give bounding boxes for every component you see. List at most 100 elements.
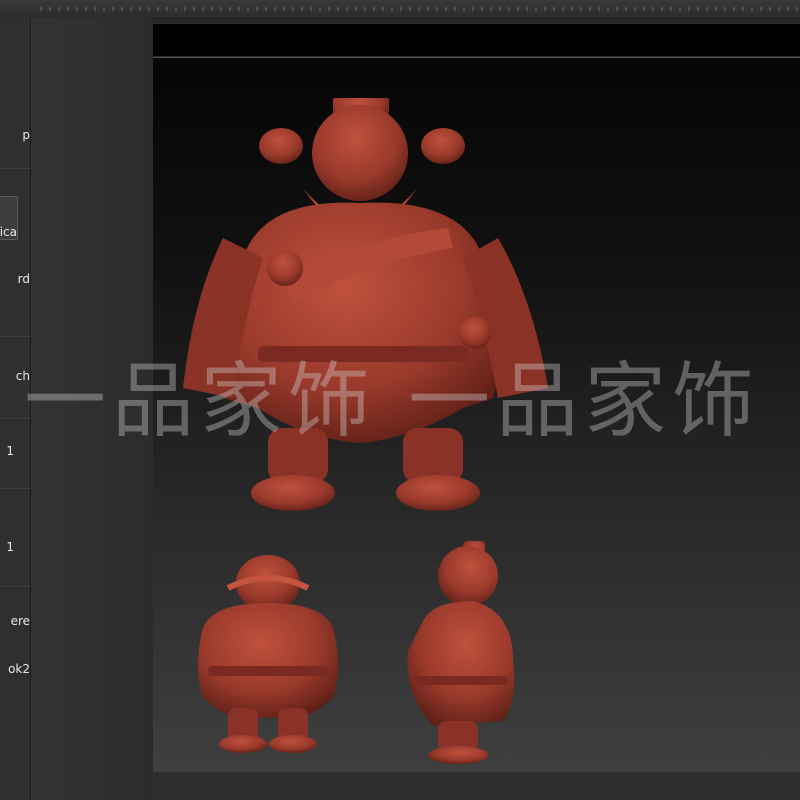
- topbar-tick: [778, 7, 780, 11]
- topbar-tick: [670, 7, 672, 11]
- topbar-tick: [166, 7, 168, 11]
- topbar-tick: [391, 7, 393, 11]
- topbar-tick: [130, 7, 132, 11]
- topbar-tick: [202, 7, 204, 11]
- left-item-2-button[interactable]: gica: [0, 196, 18, 240]
- left-item-label: gica: [0, 225, 17, 239]
- topbar-tick: [643, 7, 645, 11]
- left-item-label: ch: [15, 369, 30, 383]
- topbar-tick: [310, 7, 312, 11]
- left-item-label: ere: [10, 614, 30, 628]
- topbar-tick: [436, 7, 438, 11]
- topbar-tick: [499, 7, 501, 11]
- topbar-tick: [706, 7, 708, 11]
- secondary-tool-strip: [31, 18, 153, 800]
- left-item-5-value[interactable]: 1: [0, 444, 30, 458]
- topbar-tick: [148, 7, 150, 11]
- topbar-tick: [184, 7, 186, 11]
- topbar-tick: [346, 7, 348, 11]
- left-item-8[interactable]: ok2: [0, 662, 30, 676]
- topbar-tick: [796, 7, 798, 11]
- viewport-footer: [153, 772, 800, 800]
- topbar-tick: [553, 7, 555, 11]
- topbar-tick: [355, 7, 357, 11]
- topbar-tick: [472, 7, 474, 11]
- topbar-tick: [715, 7, 717, 11]
- left-item-label: 1: [6, 540, 14, 554]
- topbar-tick: [697, 7, 699, 11]
- topbar-tick: [427, 7, 429, 11]
- topbar-tick: [733, 7, 735, 11]
- left-item-label: p: [22, 128, 30, 142]
- topbar-tick: [247, 7, 249, 11]
- topbar-tick: [517, 7, 519, 11]
- topbar-tick: [571, 7, 573, 11]
- topbar-tick: [40, 7, 42, 11]
- topbar-tick: [85, 7, 87, 11]
- topbar-tick: [364, 7, 366, 11]
- topbar-tick: [661, 7, 663, 11]
- model-back-view: [198, 555, 338, 753]
- top-menu-bar: [0, 0, 800, 19]
- topbar-tick: [301, 7, 303, 11]
- left-tool-panel: p gica rd ch 1 1 ere ok2: [0, 18, 31, 800]
- topbar-tick: [400, 7, 402, 11]
- topbar-tick: [94, 7, 96, 11]
- topbar-tick: [607, 7, 609, 11]
- model-front-view: [183, 98, 548, 511]
- topbar-tick: [220, 7, 222, 11]
- left-item-6-value[interactable]: 1: [0, 540, 30, 554]
- topbar-tick: [526, 7, 528, 11]
- topbar-tick: [292, 7, 294, 11]
- topbar-tick: [688, 7, 690, 11]
- topbar-tick: [724, 7, 726, 11]
- left-item-label: rd: [17, 272, 30, 286]
- left-item-label: ok2: [8, 662, 30, 676]
- topbar-tick: [508, 7, 510, 11]
- topbar-tick: [490, 7, 492, 11]
- left-item-label: 1: [6, 444, 14, 458]
- topbar-tick: [256, 7, 258, 11]
- topbar-tick: [409, 7, 411, 11]
- model-side-view: [407, 541, 515, 764]
- topbar-tick: [463, 7, 465, 11]
- topbar-tick: [112, 7, 114, 11]
- topbar-tick: [454, 7, 456, 11]
- topbar-tick: [238, 7, 240, 11]
- topbar-tick: [562, 7, 564, 11]
- topbar-tick: [787, 7, 789, 11]
- left-item-3[interactable]: rd: [0, 272, 30, 286]
- divider: [0, 488, 30, 489]
- topbar-tick: [589, 7, 591, 11]
- topbar-tick: [445, 7, 447, 11]
- topbar-tick: [742, 7, 744, 11]
- topbar-tick: [481, 7, 483, 11]
- topbar-tick: [580, 7, 582, 11]
- viewport-header: [153, 24, 800, 56]
- left-item-1[interactable]: p: [0, 128, 30, 142]
- topbar-tick: [121, 7, 123, 11]
- divider: [0, 586, 30, 587]
- topbar-tick: [328, 7, 330, 11]
- 3d-viewport[interactable]: [153, 57, 800, 773]
- topbar-tick: [157, 7, 159, 11]
- topbar-tick: [751, 7, 753, 11]
- left-item-7[interactable]: ere: [0, 614, 30, 628]
- left-item-4[interactable]: ch: [0, 369, 30, 383]
- topbar-tick: [229, 7, 231, 11]
- topbar-tick: [139, 7, 141, 11]
- topbar-tick: [625, 7, 627, 11]
- topbar-tick: [283, 7, 285, 11]
- topbar-tick: [319, 7, 321, 11]
- topbar-tick: [337, 7, 339, 11]
- topbar-tick: [76, 7, 78, 11]
- topbar-tick: [634, 7, 636, 11]
- topbar-tick: [193, 7, 195, 11]
- topbar-tick: [49, 7, 51, 11]
- topbar-tick: [265, 7, 267, 11]
- topbar-tick: [67, 7, 69, 11]
- topbar-tick: [652, 7, 654, 11]
- topbar-tick: [598, 7, 600, 11]
- topbar-tick: [544, 7, 546, 11]
- topbar-tick: [274, 7, 276, 11]
